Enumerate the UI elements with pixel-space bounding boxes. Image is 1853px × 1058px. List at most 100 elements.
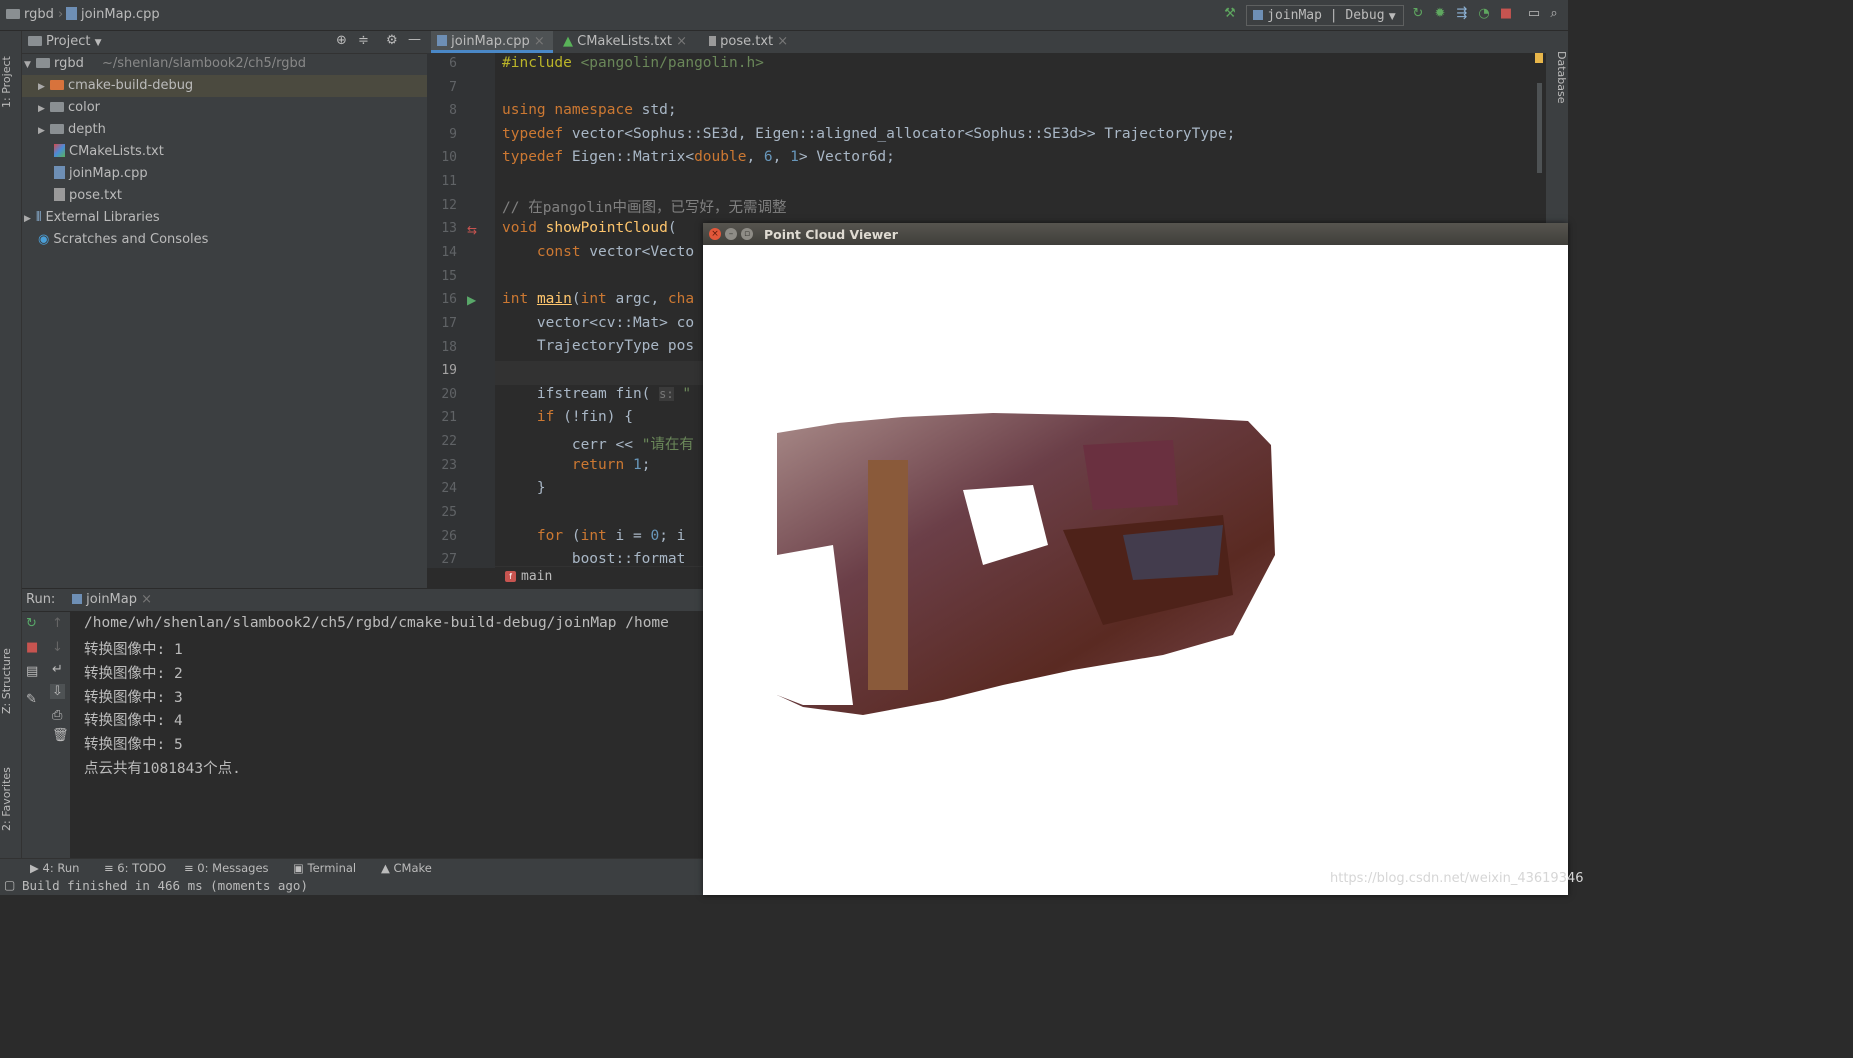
tree-item-path-hint: ~/shenlan/slambook2/ch5/rgbd (102, 56, 306, 71)
run-tab-joinmap[interactable]: joinMap × (72, 592, 152, 607)
line-number: 25 (441, 505, 457, 520)
bottom-tab-label: CMake (393, 861, 432, 875)
override-icon[interactable]: ⇆ (467, 223, 477, 237)
status-icon[interactable]: ▢ (4, 878, 15, 892)
code-line-17: vector<cv::Mat> co (502, 315, 695, 331)
close-icon[interactable]: × (141, 592, 152, 607)
soft-wrap-icon[interactable]: ↵ (52, 662, 63, 677)
tab-joinmap-cpp[interactable]: joinMap.cpp × (431, 31, 553, 53)
line-number: 7 (449, 80, 457, 95)
tree-item-label: color (68, 100, 101, 115)
status-text: Build finished in 466 ms (moments ago) (22, 878, 308, 893)
collapse-icon[interactable]: ≑ (358, 33, 369, 48)
folder-icon (6, 9, 20, 19)
side-tab-structure[interactable]: Z: Structure (0, 631, 21, 731)
stop-icon[interactable]: ■ (1498, 6, 1514, 22)
bottom-tab-terminal[interactable]: ▣ Terminal (293, 861, 356, 875)
down-arrow-icon[interactable]: ↓ (52, 640, 63, 655)
attach-debugger-icon[interactable]: ⇶ (1454, 6, 1470, 22)
project-panel: Project ▼ ⊕ ≑ ⚙ — ▼ rgbd ~/shenlan/slambo… (22, 31, 427, 588)
editor-tabs: joinMap.cpp × ▲ CMakeLists.txt × pose.tx… (427, 31, 1546, 54)
tree-item-cmakelists[interactable]: CMakeLists.txt (54, 141, 164, 163)
bottom-tab-todo[interactable]: ≡ 6: TODO (104, 861, 166, 875)
line-number: 14 (441, 245, 457, 260)
tab-label: pose.txt (720, 34, 774, 49)
close-icon[interactable]: × (709, 228, 721, 240)
tree-item-scratches[interactable]: ◉ Scratches and Consoles (38, 229, 208, 251)
breadcrumb-project[interactable]: rgbd (6, 7, 54, 22)
close-icon[interactable]: × (534, 34, 545, 49)
scroll-to-end-icon[interactable]: ⇩ (50, 684, 65, 699)
bottom-tab-label: 4: Run (42, 861, 80, 875)
tab-cmakelists[interactable]: ▲ CMakeLists.txt × (559, 31, 699, 53)
bottom-tab-messages[interactable]: ≡ 0: Messages (184, 861, 269, 875)
up-arrow-icon[interactable]: ↑ (52, 616, 63, 631)
line-number: 10 (441, 150, 457, 165)
profile-icon[interactable]: ◔ (1476, 6, 1492, 22)
run-toolbar: ↻ ■ ▤ ✎ ↑ ↓ ↵ ⇩ ⎙ 🗑 (22, 612, 70, 858)
folder-icon (28, 36, 42, 46)
side-tab-favorites[interactable]: 2: Favorites (0, 749, 21, 849)
print-icon[interactable]: ⎙ (52, 708, 62, 723)
stop-icon[interactable]: ■ (26, 640, 38, 655)
tree-item-external-libraries[interactable]: ▶ ⫴ External Libraries (22, 207, 160, 229)
console-line: 转换图像中: 4 (84, 713, 183, 729)
expand-arrow-icon: ▼ (24, 60, 31, 70)
close-icon[interactable]: × (777, 34, 788, 49)
expand-arrow-icon: ▶ (38, 82, 45, 92)
layout-icon[interactable]: ▤ (26, 664, 38, 679)
minimize-icon[interactable]: – (725, 228, 737, 240)
bottom-tab-run[interactable]: ▶ 4: Run (30, 861, 79, 875)
tree-item-color[interactable]: ▶ color (22, 97, 100, 119)
tree-item-depth[interactable]: ▶ depth (22, 119, 106, 141)
run-gutter-icon[interactable]: ▶ (467, 293, 476, 307)
point-cloud-render[interactable] (703, 245, 1568, 895)
bottom-tab-cmake[interactable]: ▲ CMake (381, 861, 432, 875)
tab-pose-txt[interactable]: pose.txt × (709, 31, 809, 53)
line-number: 11 (441, 174, 457, 189)
breadcrumb-file[interactable]: joinMap.cpp (66, 7, 160, 22)
folder-icon (50, 80, 64, 90)
viewer-title-bar[interactable]: × – ▫ Point Cloud Viewer (703, 223, 1568, 245)
bottom-tab-label: 0: Messages (197, 861, 269, 875)
breadcrumb-function: main (521, 569, 553, 584)
text-file-icon (54, 188, 65, 201)
editor-scrollbar[interactable] (1537, 83, 1542, 173)
locate-icon[interactable]: ⊕ (336, 33, 347, 48)
side-tab-database[interactable]: Database (1546, 37, 1568, 117)
pin-icon[interactable]: ✎ (26, 692, 37, 707)
rerun-icon[interactable]: ↻ (26, 616, 37, 631)
side-tab-project[interactable]: 1: Project (0, 37, 21, 127)
trash-icon[interactable]: 🗑 (52, 728, 69, 743)
line-number: 8 (449, 103, 457, 118)
run-configuration-select[interactable]: joinMap | Debug ▼ (1246, 5, 1404, 26)
debug-icon[interactable]: ✹ (1432, 6, 1448, 22)
hide-icon[interactable]: — (408, 32, 421, 47)
layout-icon[interactable]: ▭ (1526, 6, 1542, 22)
build-hammer-icon[interactable]: ⚒ (1222, 6, 1238, 22)
project-panel-header: Project ▼ ⊕ ≑ ⚙ — (22, 31, 427, 54)
tree-item-rgbd[interactable]: ▼ rgbd ~/shenlan/slambook2/ch5/rgbd (22, 53, 427, 75)
warning-marker[interactable] (1535, 53, 1543, 63)
code-line-22: cerr << "请在有 (502, 437, 694, 453)
console-line: 转换图像中: 2 (84, 666, 183, 682)
cpp-file-icon (66, 7, 77, 20)
close-icon[interactable]: × (676, 34, 687, 49)
gear-icon[interactable]: ⚙ (386, 33, 398, 48)
line-number: 17 (441, 316, 457, 331)
watermark: https://blog.csdn.net/weixin_43619346 (1330, 871, 1584, 886)
maximize-icon[interactable]: ▫ (741, 228, 753, 240)
list-icon: ≡ (104, 861, 114, 875)
rerun-icon[interactable]: ↻ (1410, 6, 1426, 22)
point-cloud-viewer-window[interactable]: × – ▫ Point Cloud Viewer (703, 223, 1568, 895)
line-number: 15 (441, 269, 457, 284)
console-line: 转换图像中: 3 (84, 690, 183, 706)
search-icon[interactable]: ⌕ (1546, 6, 1562, 22)
tree-item-pose[interactable]: pose.txt (54, 185, 122, 207)
tree-item-cmake-build-debug[interactable]: ▶ cmake-build-debug (22, 75, 427, 97)
code-line-14: const vector<Vecto (536, 244, 695, 260)
project-view-select[interactable]: Project ▼ (28, 34, 102, 49)
library-icon: ⫴ (36, 210, 42, 225)
tree-item-joinmap[interactable]: joinMap.cpp (54, 163, 148, 185)
tree-item-label: joinMap.cpp (69, 166, 148, 181)
